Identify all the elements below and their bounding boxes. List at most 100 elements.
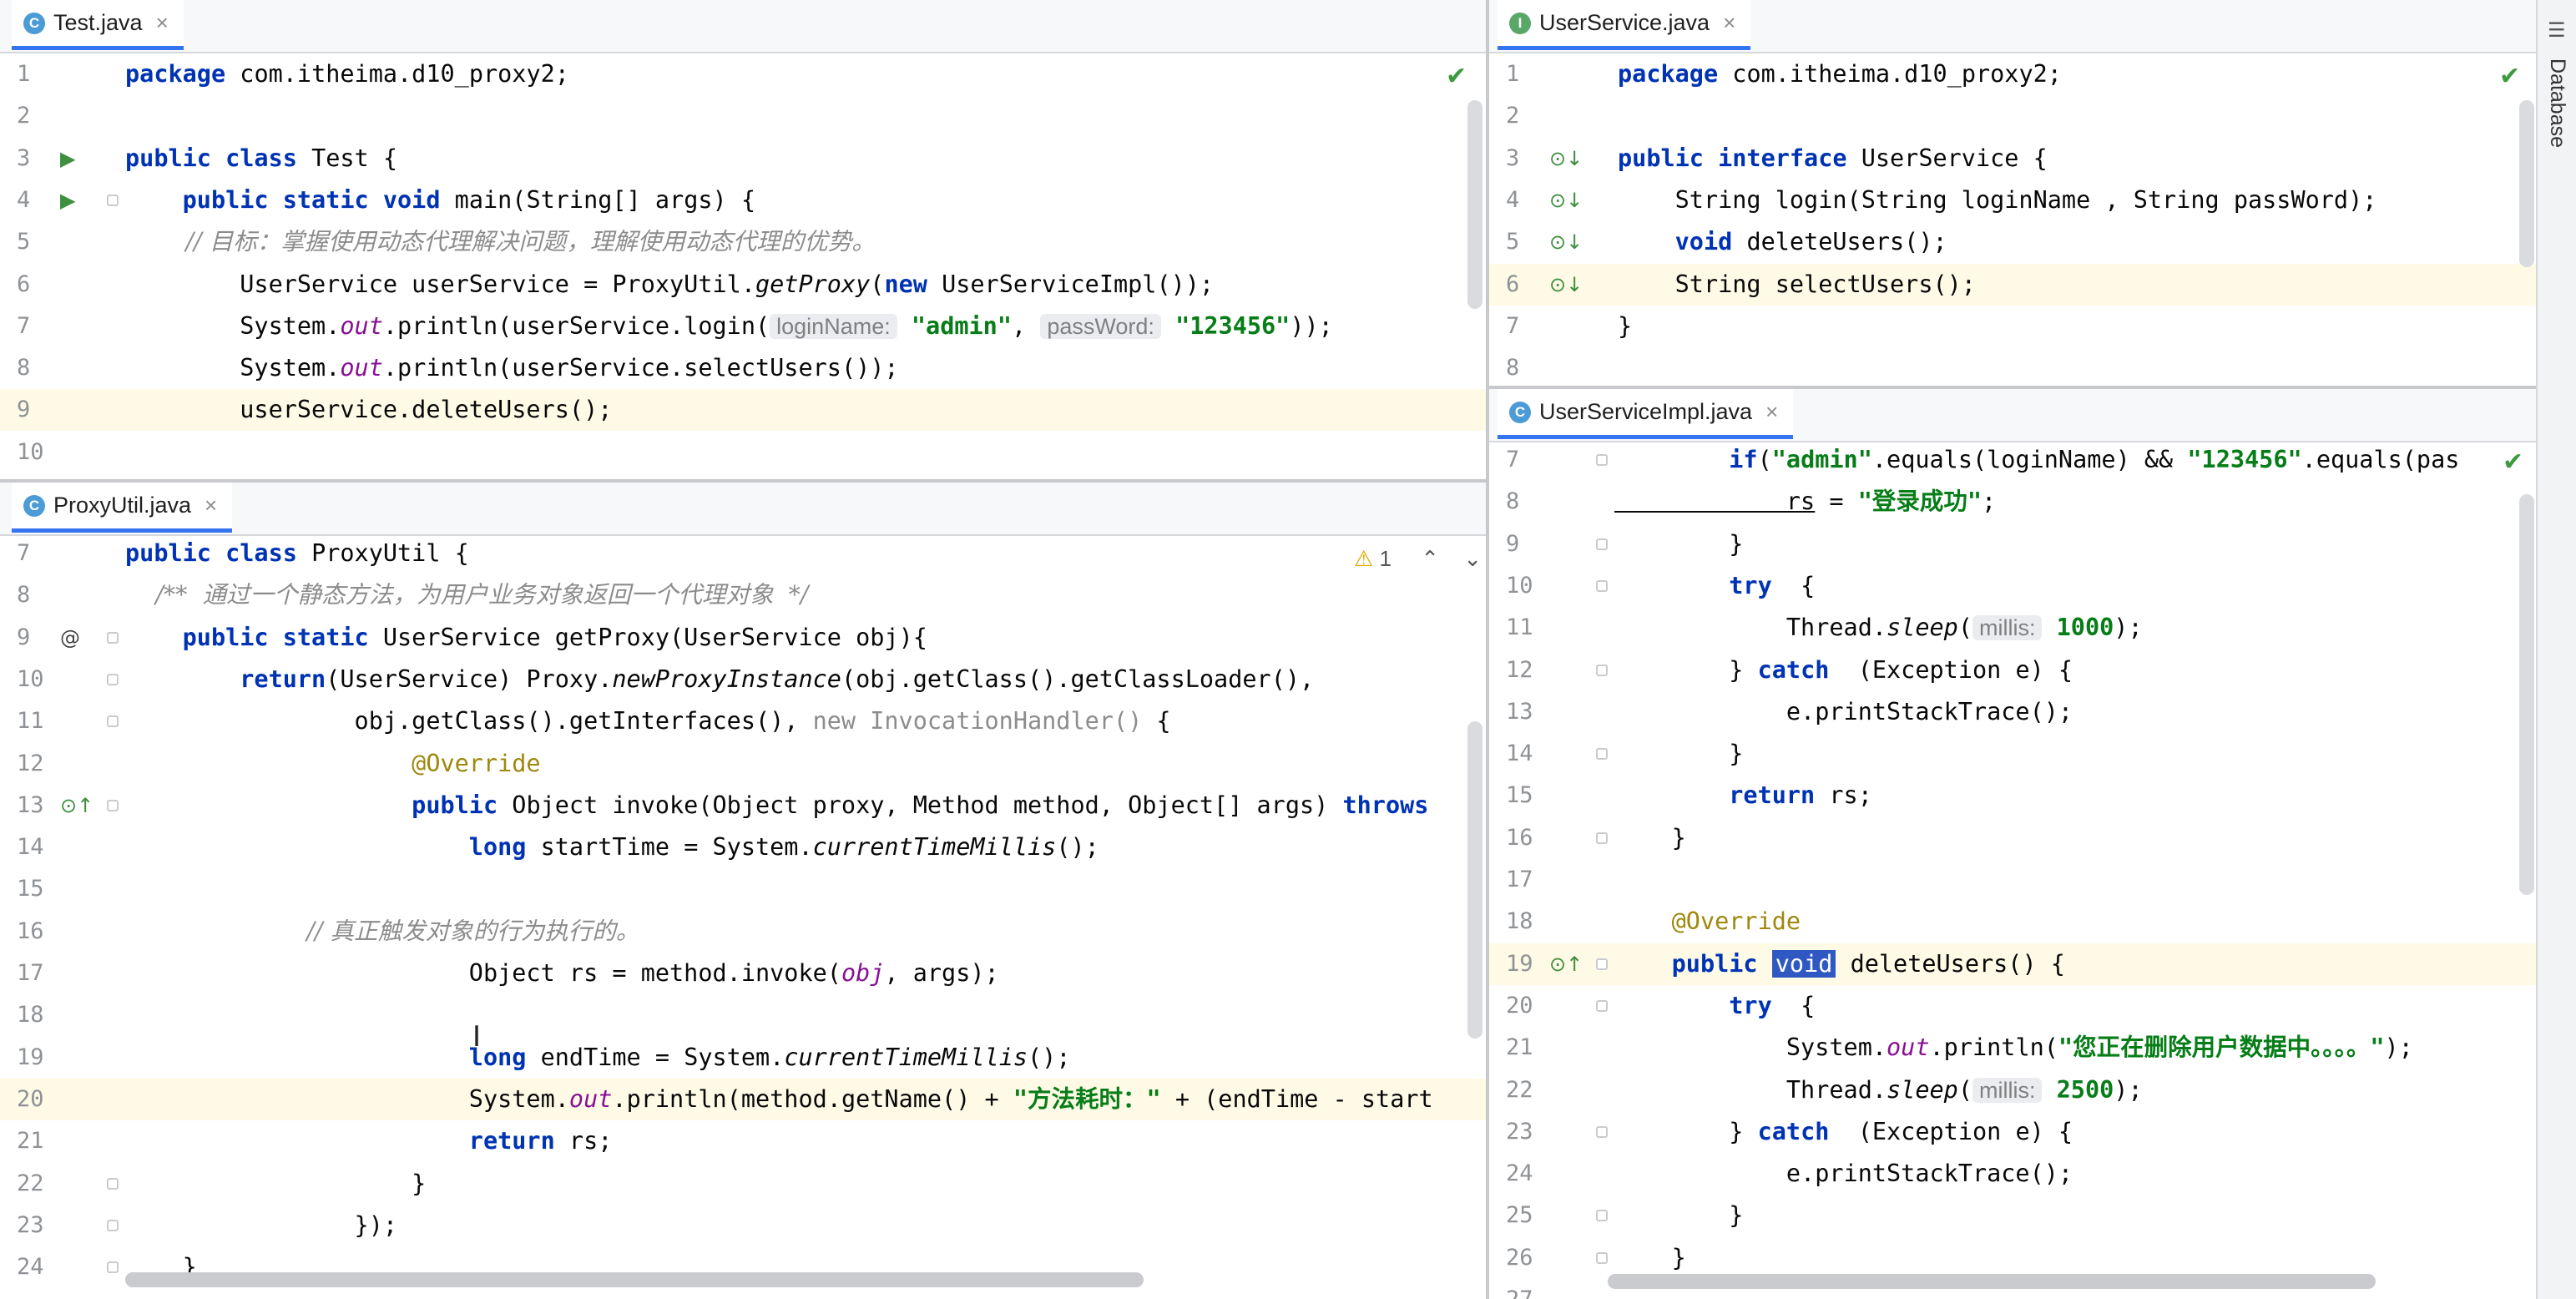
code-line[interactable]: 18 @Override	[1489, 901, 2538, 943]
code-line[interactable]: 26 }	[1489, 1237, 2538, 1279]
line-number[interactable]: 24	[1489, 1153, 1556, 1195]
code-area[interactable]: 1 package com.itheima.d10_proxy2; 2 3 ▶ publi…	[0, 53, 1486, 479]
line-number[interactable]: 14	[0, 826, 67, 868]
code-line[interactable]: 1 package com.itheima.d10_proxy2;	[1489, 53, 2538, 95]
line-number[interactable]: 24	[0, 1246, 67, 1288]
code-area[interactable]: 7 if("admin".equals(loginName) && "12345…	[1489, 439, 2538, 1299]
close-icon[interactable]: ×	[205, 493, 217, 518]
line-number[interactable]: 16	[0, 911, 67, 953]
fold-marker-icon[interactable]	[107, 1219, 119, 1231]
line-number[interactable]: 9	[0, 389, 67, 431]
proxyutil-java-editor[interactable]: C ProxyUtil.java × 7 public class ProxyUt…	[0, 479, 1486, 1299]
code-line[interactable]: 2	[0, 95, 1486, 137]
line-number[interactable]: 2	[0, 95, 67, 137]
code-line[interactable]: 13 e.printStackTrace();	[1489, 691, 2538, 733]
line-number[interactable]: 12	[0, 743, 67, 785]
line-number[interactable]: 4	[0, 179, 67, 221]
code-line[interactable]: 18	[0, 994, 1486, 1036]
code-line[interactable]: 14 long startTime = System.currentTimeMi…	[0, 826, 1486, 868]
line-number[interactable]: 10	[1489, 565, 1556, 607]
code-line[interactable]: 19 ⊙↑ public void deleteUsers() {	[1489, 943, 2538, 985]
implemented-gutter-icon[interactable]: ⊙↓	[1549, 179, 1583, 221]
run-gutter-icon[interactable]: ▶	[60, 179, 75, 221]
fold-marker-icon[interactable]	[1596, 748, 1608, 761]
line-number[interactable]: 13	[1489, 691, 1556, 733]
fold-marker-icon[interactable]	[107, 673, 119, 685]
line-number[interactable]: 17	[1489, 859, 1556, 901]
line-number[interactable]: 11	[1489, 607, 1556, 649]
code-line[interactable]: 23 } catch (Exception e) {	[1489, 1111, 2538, 1153]
tab-test-java[interactable]: C Test.java ×	[12, 0, 184, 50]
implemented-gutter-icon[interactable]: ⊙↓	[1549, 138, 1583, 179]
line-number[interactable]: 3	[1489, 138, 1556, 179]
code-line[interactable]: 12 @Override	[0, 743, 1486, 785]
close-icon[interactable]: ×	[156, 10, 169, 36]
userservice-java-editor[interactable]: I UserService.java × 1 package com.itheim…	[1489, 0, 2538, 386]
line-number[interactable]: 6	[1489, 264, 1556, 306]
code-line[interactable]: 14 }	[1489, 733, 2538, 775]
code-line[interactable]: 20 try {	[1489, 985, 2538, 1027]
line-number[interactable]: 9	[1489, 523, 1556, 565]
code-line[interactable]: 7 public class ProxyUtil {	[0, 533, 1486, 574]
code-line[interactable]: 22 }	[0, 1163, 1486, 1205]
close-icon[interactable]: ×	[1765, 399, 1778, 425]
code-line[interactable]: 8 System.out.println(userService.selectU…	[0, 347, 1486, 389]
line-number[interactable]: 8	[1489, 347, 1556, 386]
code-line[interactable]: 21 return rs;	[0, 1120, 1486, 1162]
horizontal-scrollbar[interactable]	[1608, 1274, 2376, 1289]
implemented-gutter-icon[interactable]: ⊙↓	[1549, 264, 1583, 306]
database-tool-button[interactable]: Database	[2545, 58, 2569, 148]
fold-marker-icon[interactable]	[1596, 958, 1608, 970]
line-number[interactable]: 12	[1489, 650, 1556, 691]
fold-marker-icon[interactable]	[1596, 1251, 1608, 1264]
line-number[interactable]: 10	[0, 659, 67, 700]
code-line[interactable]: 25 }	[1489, 1195, 2538, 1236]
vertical-scrollbar[interactable]	[1467, 100, 1482, 309]
database-icon[interactable]: ☰	[2548, 18, 2566, 42]
code-line[interactable]: 20 System.out.println(method.getName() +…	[0, 1078, 1486, 1120]
fold-marker-icon[interactable]	[107, 1177, 119, 1190]
line-number[interactable]: 11	[0, 700, 67, 742]
code-line[interactable]: 9 userService.deleteUsers();	[0, 389, 1486, 432]
code-line[interactable]: 16 }	[1489, 817, 2538, 859]
vertical-scrollbar[interactable]	[2519, 494, 2534, 895]
code-line[interactable]: 6 UserService userService = ProxyUtil.ge…	[0, 264, 1486, 306]
implements-gutter-icon[interactable]: ⊙↑	[1549, 943, 1583, 985]
line-number[interactable]: 15	[1489, 775, 1556, 816]
code-line[interactable]: 17 Object rs = method.invoke(obj, args);	[0, 953, 1486, 994]
code-line[interactable]: 2	[1489, 95, 2538, 137]
code-line[interactable]: 4 ▶ public static void main(String[] args…	[0, 179, 1486, 221]
chevron-up-icon[interactable]: ⌃	[1421, 546, 1439, 571]
line-number[interactable]: 7	[0, 306, 67, 347]
code-line[interactable]: 12 } catch (Exception e) {	[1489, 650, 2538, 691]
code-line[interactable]: 17	[1489, 859, 2538, 901]
run-gutter-icon[interactable]: ▶	[60, 138, 75, 179]
fold-marker-icon[interactable]	[107, 631, 119, 644]
fold-marker-icon[interactable]	[1596, 454, 1608, 466]
code-area[interactable]: 1 package com.itheima.d10_proxy2; 2 3 ⊙↓ publ…	[1489, 53, 2538, 386]
line-number[interactable]: 18	[0, 994, 67, 1036]
line-number[interactable]: 19	[0, 1037, 67, 1079]
code-line[interactable]: 1 package com.itheima.d10_proxy2;	[0, 53, 1486, 95]
fold-marker-icon[interactable]	[107, 799, 119, 811]
code-line[interactable]: 10	[0, 432, 1486, 473]
fold-marker-icon[interactable]	[107, 715, 119, 728]
code-line[interactable]: 10 try {	[1489, 565, 2538, 607]
code-line[interactable]: 7 System.out.println(userService.login(l…	[0, 306, 1486, 347]
line-number[interactable]: 7	[1489, 439, 1556, 481]
line-number[interactable]: 4	[1489, 179, 1556, 221]
line-number[interactable]: 22	[1489, 1069, 1556, 1111]
code-line[interactable]: 16 // 真正触发对象的行为执行的。	[0, 911, 1486, 953]
code-line[interactable]: 21 System.out.println("您正在删除用户数据中。。。。");	[1489, 1027, 2538, 1069]
code-line[interactable]: 9 @ public static UserService getProxy(Us…	[0, 617, 1486, 659]
implemented-gutter-icon[interactable]: ⊙↓	[1549, 221, 1583, 263]
code-line[interactable]: 11 Thread.sleep(millis: 1000);	[1489, 607, 2538, 649]
line-number[interactable]: 25	[1489, 1195, 1556, 1236]
line-number[interactable]: 20	[0, 1079, 67, 1120]
line-number[interactable]: 27	[1489, 1279, 1556, 1299]
line-number[interactable]: 15	[0, 868, 67, 910]
fold-marker-icon[interactable]	[1596, 1125, 1608, 1138]
tab-proxyutil-java[interactable]: C ProxyUtil.java ×	[12, 483, 233, 533]
line-number[interactable]: 7	[0, 533, 67, 574]
line-number[interactable]: 1	[1489, 53, 1556, 95]
